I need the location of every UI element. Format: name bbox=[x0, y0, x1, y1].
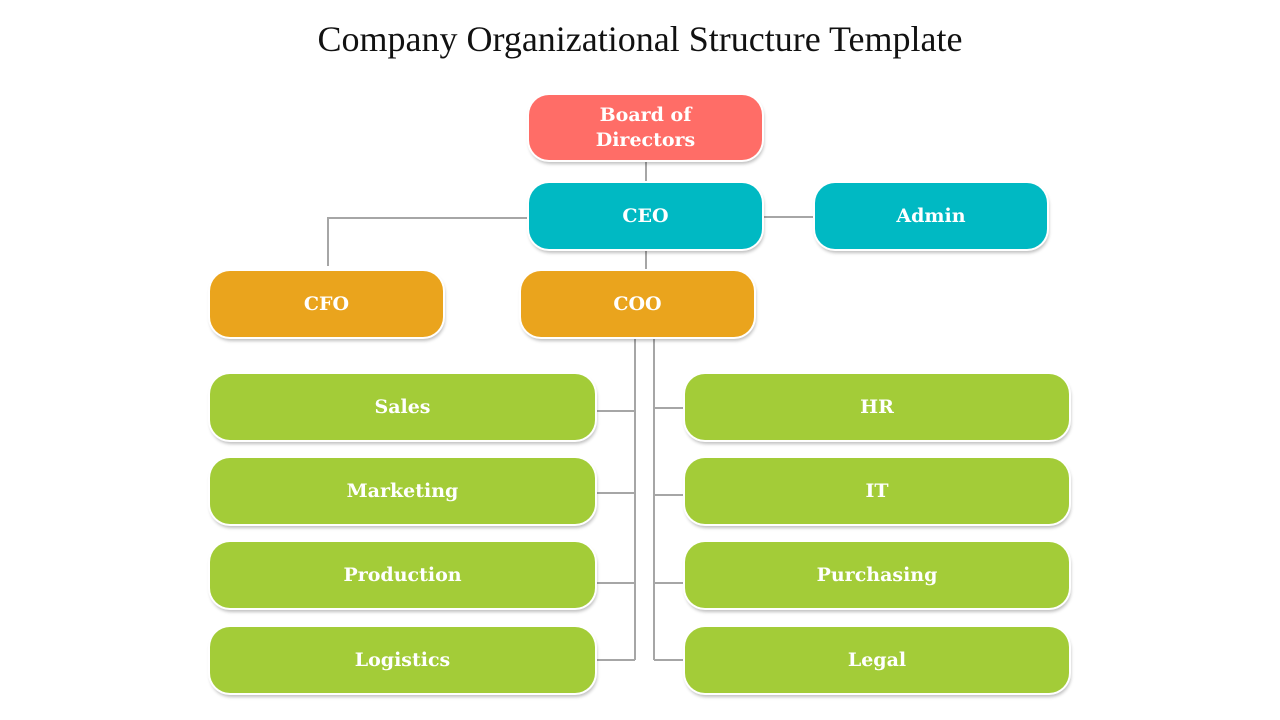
node-label: Legal bbox=[847, 648, 907, 671]
connector-ceo-cfo-vertical bbox=[327, 217, 329, 266]
node-purchasing[interactable]: Purchasing bbox=[685, 542, 1069, 608]
node-label: Board of Directors bbox=[595, 103, 696, 151]
connector-coo-right-trunk bbox=[653, 338, 655, 660]
node-label: Production bbox=[343, 563, 462, 586]
connector-production bbox=[596, 582, 635, 584]
node-ceo[interactable]: CEO bbox=[529, 183, 762, 249]
page-title: Company Organizational Structure Templat… bbox=[317, 19, 963, 59]
node-it[interactable]: IT bbox=[685, 458, 1069, 524]
connector-marketing bbox=[596, 492, 635, 494]
node-production[interactable]: Production bbox=[210, 542, 595, 608]
node-coo[interactable]: COO bbox=[521, 271, 754, 337]
node-admin[interactable]: Admin bbox=[815, 183, 1047, 249]
node-label: Purchasing bbox=[816, 563, 938, 586]
node-sales[interactable]: Sales bbox=[210, 374, 595, 440]
node-legal[interactable]: Legal bbox=[685, 627, 1069, 693]
connector-ceo-cfo-horizontal bbox=[327, 217, 529, 219]
node-label: IT bbox=[865, 479, 889, 502]
node-hr[interactable]: HR bbox=[685, 374, 1069, 440]
node-marketing[interactable]: Marketing bbox=[210, 458, 595, 524]
node-label: Sales bbox=[374, 395, 431, 418]
node-label: CEO bbox=[622, 204, 669, 227]
node-logistics[interactable]: Logistics bbox=[210, 627, 595, 693]
node-label: Marketing bbox=[346, 479, 459, 502]
node-label: COO bbox=[613, 292, 662, 315]
node-label: CFO bbox=[303, 292, 350, 315]
connector-sales bbox=[596, 410, 635, 412]
connector-logistics bbox=[596, 659, 635, 661]
node-board-of-directors[interactable]: Board of Directors bbox=[529, 95, 762, 160]
connector-ceo-coo bbox=[645, 250, 647, 272]
connector-purchasing bbox=[654, 582, 685, 584]
connector-legal bbox=[654, 659, 685, 661]
connector-ceo-admin bbox=[763, 216, 815, 218]
node-label: HR bbox=[860, 395, 894, 418]
connector-hr bbox=[654, 407, 685, 409]
connector-board-ceo bbox=[645, 161, 647, 184]
node-label: Admin bbox=[896, 204, 966, 227]
connector-coo-left-trunk bbox=[634, 338, 636, 660]
connector-it bbox=[654, 494, 685, 496]
node-label: Logistics bbox=[354, 648, 451, 671]
node-cfo[interactable]: CFO bbox=[210, 271, 443, 337]
